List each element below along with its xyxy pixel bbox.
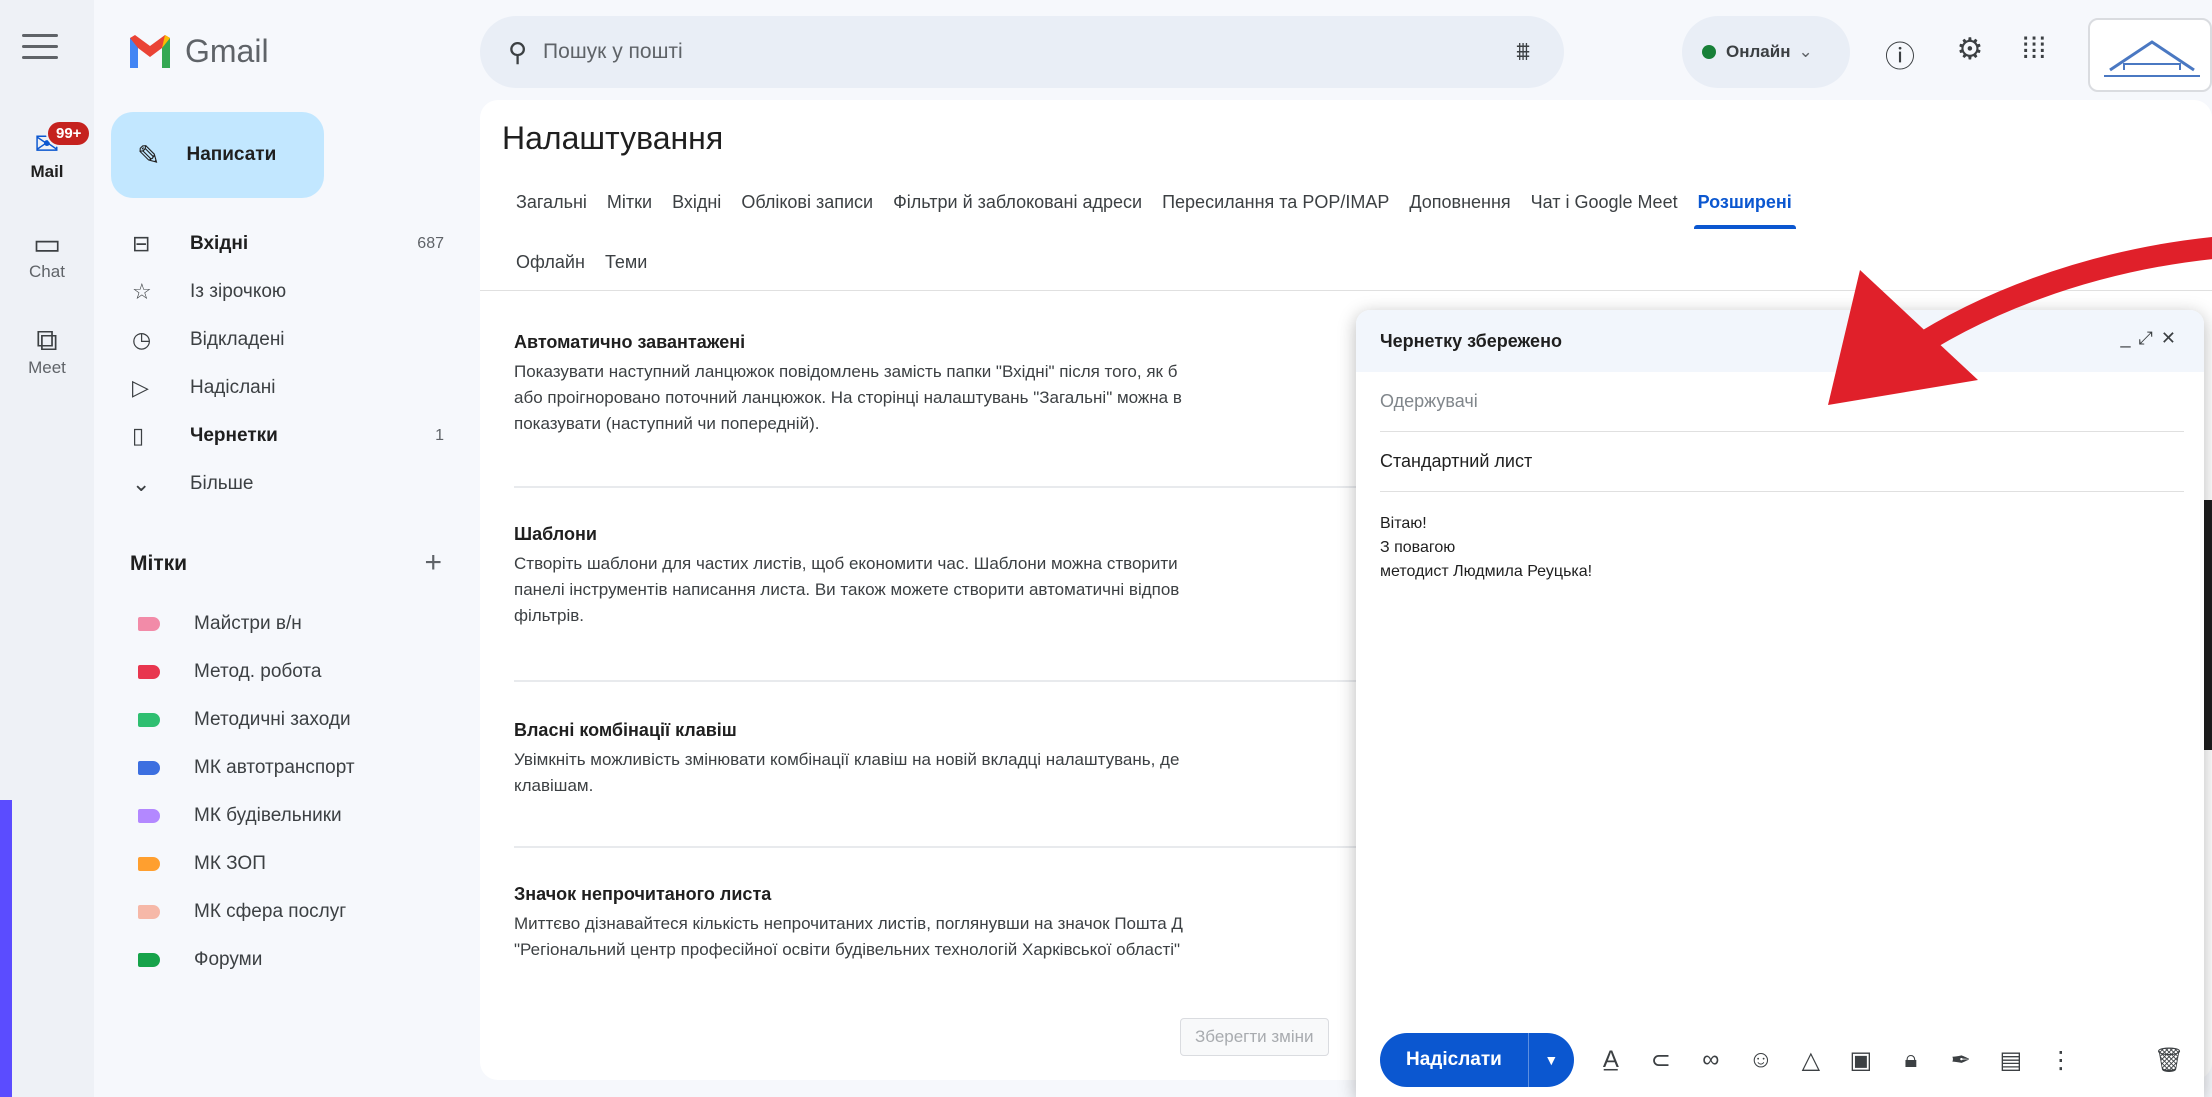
page-title: Налаштування <box>502 120 724 156</box>
trash-icon[interactable]: 🗑︎ <box>2154 1046 2184 1075</box>
app-rail: ✉ Mail 99+ ▭ Chat ⧉ Meet <box>0 0 94 1097</box>
tab-chat-meet[interactable]: Чат і Google Meet <box>1531 192 1678 213</box>
tab-themes[interactable]: Теми <box>605 252 647 273</box>
online-status-icon <box>1702 45 1716 59</box>
send-icon: ▷ <box>132 375 149 400</box>
more-options-icon[interactable]: ⋮ <box>2048 1046 2074 1075</box>
inbox-icon: ⊟ <box>132 231 151 256</box>
label-item[interactable]: Метод. робота <box>138 652 321 692</box>
subject-field[interactable]: Стандартний лист <box>1380 432 2184 492</box>
nav-sent[interactable]: ▷ Надіслані <box>132 366 452 410</box>
organization-logo[interactable] <box>2088 18 2212 92</box>
label-tag-icon <box>138 857 160 871</box>
tab-inbox[interactable]: Вхідні <box>672 192 721 213</box>
lock-icon[interactable]: 🔒︎ <box>1898 1046 1924 1074</box>
clock-icon: ◷ <box>132 327 152 352</box>
search-icon: ⚲ <box>508 36 528 67</box>
attachment-icon[interactable]: ⊂ <box>1648 1046 1674 1075</box>
chat-icon: ▭ <box>32 228 62 261</box>
link-icon[interactable]: ∞ <box>1698 1046 1724 1074</box>
label-tag-icon <box>138 761 160 775</box>
setting-shortcuts: Власні комбінації клавіш Увімкніть можли… <box>514 720 1180 795</box>
nav-snoozed[interactable]: ◷ Відкладені <box>132 318 452 362</box>
star-icon: ☆ <box>132 279 152 304</box>
settings-tabs: Загальні Мітки Вхідні Облікові записи Фі… <box>516 192 1812 229</box>
label-item[interactable]: Методичні заходи <box>138 700 351 740</box>
rail-meet[interactable]: ⧉ Meet <box>0 324 94 378</box>
setting-auto-advance: Автоматично завантажені Показувати насту… <box>514 332 1182 433</box>
chevron-down-icon: ⌄ <box>1798 42 1813 61</box>
main-menu-icon[interactable] <box>22 34 58 62</box>
setting-unread-icon: Значок непрочитаного листа Миттєво дізна… <box>514 884 1183 959</box>
organization-logo-image <box>2104 40 2200 77</box>
search-options-icon[interactable]: ⩩ <box>1516 36 1530 68</box>
tab-advanced[interactable]: Розширені <box>1693 192 1797 229</box>
label-item[interactable]: МК сфера послуг <box>138 892 346 932</box>
compose-button[interactable]: ✎ Написати <box>111 112 324 198</box>
tabs-divider <box>480 290 2212 291</box>
help-icon[interactable]: ⓘ <box>1880 32 1920 76</box>
label-item[interactable]: Майстри в/н <box>138 604 302 644</box>
nav-drafts[interactable]: ▯ Чернетки 1 <box>132 414 452 458</box>
search-input[interactable]: Пошук у пошті <box>543 40 683 64</box>
label-item[interactable]: МК ЗОП <box>138 844 266 884</box>
label-item[interactable]: МК будівельники <box>138 796 342 836</box>
pencil-icon: ✎ <box>137 139 161 171</box>
gmail-logo[interactable]: Gmail <box>127 32 269 70</box>
search-bar[interactable]: ⚲ Пошук у пошті ⩩ <box>480 16 1564 88</box>
tab-offline[interactable]: Офлайн <box>516 252 585 273</box>
photo-icon[interactable]: ▣ <box>1848 1046 1874 1075</box>
save-changes-button[interactable]: Зберегти зміни <box>1180 1018 1329 1056</box>
message-body[interactable]: Вітаю! З повагою методист Людмила Реуцьк… <box>1356 492 2204 604</box>
nav-inbox[interactable]: ⊟ Вхідні 687 <box>132 222 452 266</box>
unread-badge: 99+ <box>46 120 92 147</box>
signature-icon[interactable]: ✒ <box>1948 1046 1974 1075</box>
tab-addons[interactable]: Доповнення <box>1409 192 1510 213</box>
meet-icon: ⧉ <box>36 324 58 357</box>
label-item[interactable]: МК автотранспорт <box>138 748 355 788</box>
label-tag-icon <box>138 809 160 823</box>
nav-more[interactable]: ⌄ Більше <box>132 462 452 506</box>
nav-starred[interactable]: ☆ Із зірочкою <box>132 270 452 314</box>
compose-header[interactable]: Чернетку збережено <box>1356 310 2204 372</box>
add-label-icon[interactable]: + <box>424 546 442 580</box>
gear-icon[interactable]: ⚙ <box>1950 32 1990 67</box>
draft-icon: ▯ <box>132 423 145 448</box>
status-button[interactable]: Онлайн ⌄ <box>1682 16 1850 88</box>
label-item[interactable]: Форуми <box>138 940 262 980</box>
tab-labels[interactable]: Мітки <box>607 192 652 213</box>
tab-filters[interactable]: Фільтри й заблоковані адреси <box>893 192 1142 213</box>
settings-tabs-row2: Офлайн Теми <box>516 252 667 273</box>
chevron-down-icon: ⌄ <box>132 471 151 496</box>
tab-forwarding[interactable]: Пересилання та POP/IMAP <box>1162 192 1389 213</box>
recipients-field[interactable]: Одержувачі <box>1380 372 2184 432</box>
minimize-icon[interactable]: _ <box>2120 328 2138 348</box>
labels-header: Мітки + <box>130 546 442 579</box>
compose-window: Чернетку збережено _⤢✕ Одержувачі Станда… <box>1356 310 2204 1097</box>
tab-accounts[interactable]: Облікові записи <box>741 192 873 213</box>
gmail-m-icon <box>130 35 170 68</box>
label-tag-icon <box>138 953 160 967</box>
schedule-icon[interactable]: ▤ <box>1998 1046 2024 1075</box>
setting-templates: Шаблони Створіть шаблони для частих лист… <box>514 524 1180 625</box>
label-tag-icon <box>138 665 160 679</box>
decorative-bar <box>0 800 12 1097</box>
text-format-icon[interactable]: A̲ <box>1598 1046 1624 1074</box>
window-controls: _⤢✕ <box>2120 328 2184 349</box>
compose-toolbar: Надіслати ▼ A̲ ⊂ ∞ ☺ △ ▣ 🔒︎ ✒ ▤ ⋮ 🗑︎ <box>1380 1033 2184 1087</box>
send-button[interactable]: Надіслати ▼ <box>1380 1033 1574 1087</box>
close-icon[interactable]: ✕ <box>2161 328 2184 348</box>
tab-general[interactable]: Загальні <box>516 192 587 213</box>
send-options-icon[interactable]: ▼ <box>1527 1033 1574 1087</box>
label-tag-icon <box>138 713 160 727</box>
rail-chat[interactable]: ▭ Chat <box>0 228 94 282</box>
drive-icon[interactable]: △ <box>1798 1046 1824 1075</box>
expand-icon[interactable]: ⤢ <box>2139 328 2161 348</box>
apps-grid-icon[interactable]: ⁞⁞⁞ <box>2014 32 2054 66</box>
label-tag-icon <box>138 617 160 631</box>
label-tag-icon <box>138 905 160 919</box>
emoji-icon[interactable]: ☺ <box>1748 1046 1774 1074</box>
